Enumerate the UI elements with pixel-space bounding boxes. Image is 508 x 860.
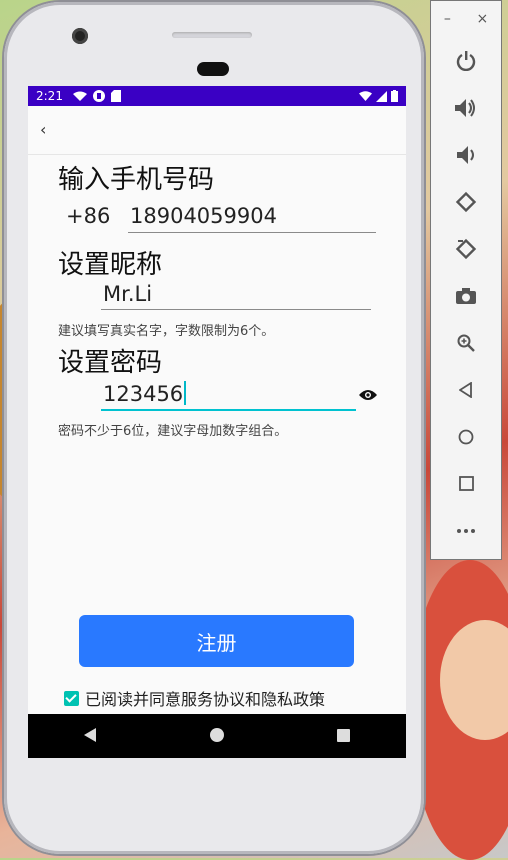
- back-icon[interactable]: [431, 366, 501, 413]
- toolbar: ‹: [28, 106, 406, 155]
- wifi-icon: [359, 91, 372, 101]
- close-icon[interactable]: ×: [476, 11, 488, 27]
- country-code[interactable]: +86: [66, 204, 110, 228]
- password-input[interactable]: 123456: [103, 381, 187, 406]
- text-cursor: [184, 381, 187, 405]
- register-button[interactable]: 注册: [79, 615, 354, 667]
- phone-frame: 2:21 ‹ 输入手机号码 +86 18904059904 设置昵称 Mr.Li…: [4, 2, 424, 854]
- wifi-question-icon: [72, 91, 87, 101]
- status-icons-left: [72, 90, 121, 102]
- nickname-heading: 设置昵称: [58, 250, 163, 280]
- back-arrow-icon[interactable]: ‹: [40, 120, 46, 139]
- eye-icon[interactable]: [359, 389, 377, 401]
- nav-overview-icon[interactable]: [336, 727, 350, 746]
- password-heading: 设置密码: [58, 348, 163, 378]
- home-icon[interactable]: [431, 413, 501, 460]
- navigation-bar: [28, 714, 406, 758]
- agreement-row[interactable]: 已阅读并同意服务协议和隐私政策: [64, 686, 325, 710]
- overview-icon[interactable]: [431, 460, 501, 507]
- nickname-input[interactable]: Mr.Li: [103, 282, 152, 306]
- minimize-icon[interactable]: –: [444, 11, 451, 27]
- volume-up-icon[interactable]: [431, 84, 501, 131]
- status-time: 2:21: [36, 89, 63, 103]
- nickname-input-underline: [101, 309, 371, 310]
- battery-icon: [391, 90, 398, 102]
- front-camera: [72, 28, 88, 44]
- phone-input-underline: [128, 232, 376, 233]
- app-notification-icon: [92, 90, 105, 102]
- zoom-icon[interactable]: [431, 319, 501, 366]
- phone-heading: 输入手机号码: [58, 165, 215, 195]
- nav-back-icon[interactable]: [84, 727, 98, 746]
- rotate-right-icon[interactable]: [431, 225, 501, 272]
- status-icons-right: [359, 90, 398, 102]
- device-screen: 2:21 ‹ 输入手机号码 +86 18904059904 设置昵称 Mr.Li…: [28, 86, 406, 758]
- emulator-window-controls: – ×: [431, 1, 501, 37]
- password-value: 123456: [103, 382, 184, 406]
- nickname-hint: 建议填写真实名字，字数限制为6个。: [58, 324, 275, 339]
- volume-down-icon[interactable]: [431, 131, 501, 178]
- password-hint: 密码不少于6位，建议字母加数字组合。: [58, 424, 288, 439]
- more-icon[interactable]: [431, 507, 501, 554]
- status-bar: 2:21: [28, 86, 406, 106]
- agree-label: 已阅读并同意服务协议和隐私政策: [85, 690, 326, 709]
- rotate-left-icon[interactable]: [431, 178, 501, 225]
- nav-home-icon[interactable]: [210, 727, 225, 746]
- power-icon[interactable]: [431, 37, 501, 84]
- password-input-underline: [101, 409, 356, 411]
- emulator-toolbar: – ×: [430, 0, 502, 560]
- earpiece: [172, 32, 252, 38]
- agree-checkbox[interactable]: [64, 690, 79, 706]
- signal-icon: [376, 90, 387, 102]
- camera-icon[interactable]: [431, 272, 501, 319]
- speaker-slot: [197, 62, 229, 76]
- sd-card-icon: [110, 90, 121, 102]
- phone-input[interactable]: 18904059904: [130, 204, 277, 228]
